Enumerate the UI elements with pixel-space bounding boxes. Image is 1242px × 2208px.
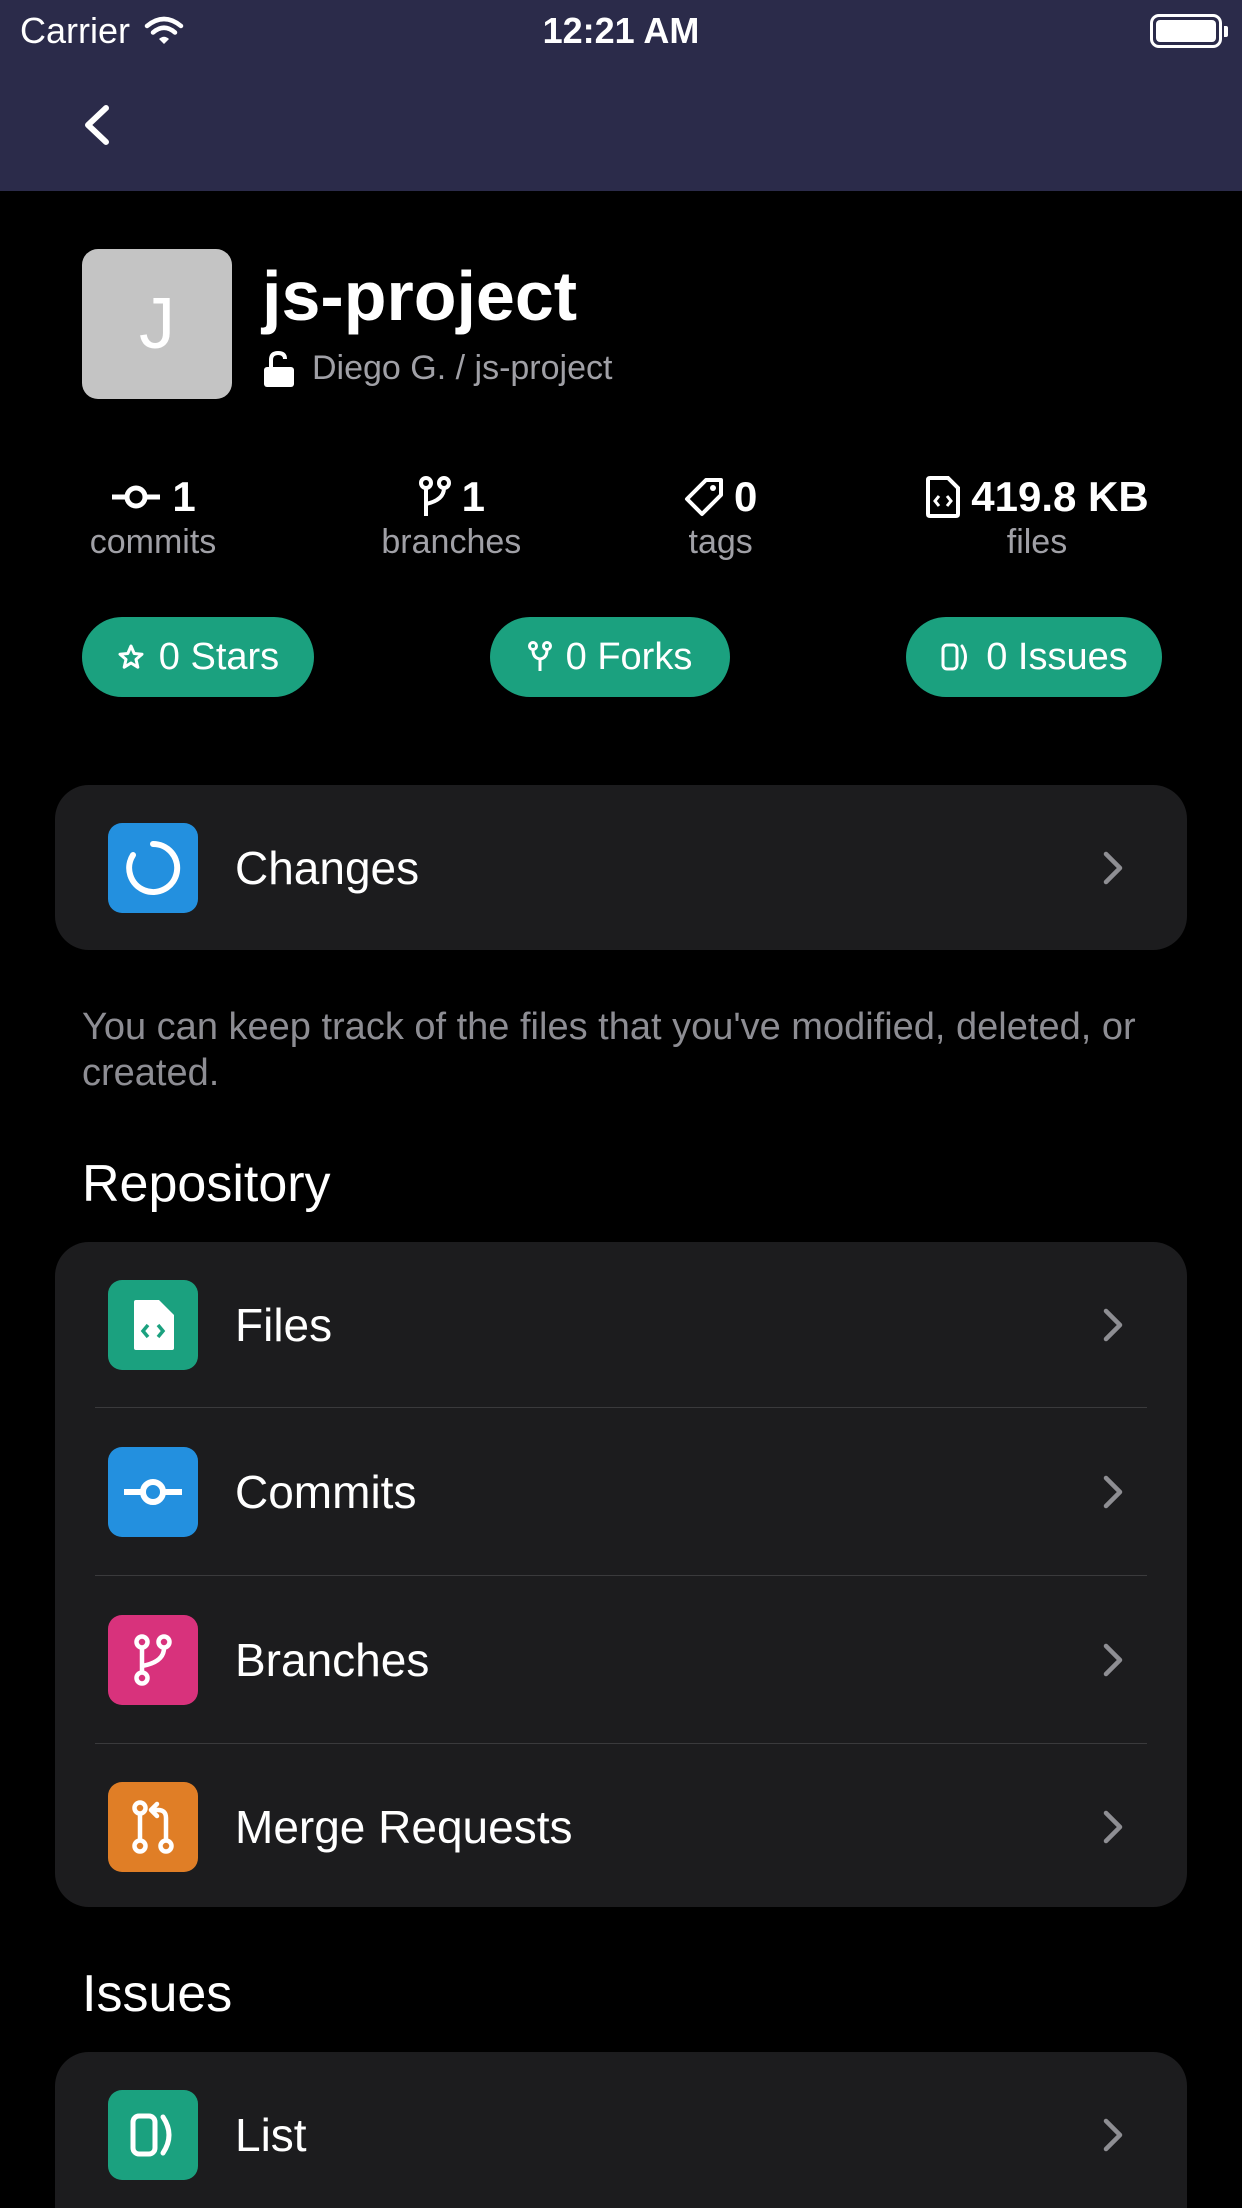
issues-label: 0 Issues bbox=[986, 635, 1128, 678]
battery-icon bbox=[1150, 14, 1228, 48]
chevron-right-icon bbox=[1103, 1810, 1123, 1843]
chevron-right-icon bbox=[1103, 1475, 1123, 1508]
status-bar: Carrier 12:21 AM bbox=[0, 0, 1242, 62]
list-item-label: Branches bbox=[235, 1633, 430, 1686]
list-item-label: Files bbox=[235, 1298, 333, 1351]
changes-card: Changes bbox=[55, 785, 1187, 950]
repo-avatar: J bbox=[82, 249, 232, 399]
issues-pill[interactable]: 0 Issues bbox=[906, 617, 1162, 697]
section-title-repository: Repository bbox=[82, 1155, 331, 1213]
repository-card: Files Commits Branches Merge Requests bbox=[55, 1242, 1187, 1907]
repo-stats: 1 commits 1 branches 0 tags 419.8 KB fil… bbox=[82, 473, 1162, 562]
issues-icon bbox=[941, 643, 968, 671]
list-item-issue-list[interactable]: List bbox=[55, 2052, 1187, 2208]
navigation-bar: Carrier 12:21 AM bbox=[0, 0, 1242, 191]
tag-icon bbox=[684, 478, 723, 516]
chevron-right-icon bbox=[1103, 2118, 1123, 2151]
forks-label: 0 Forks bbox=[565, 635, 693, 678]
changes-hint: You can keep track of the files that you… bbox=[82, 1006, 1136, 1095]
commit-icon bbox=[108, 1446, 198, 1537]
branch-icon bbox=[418, 476, 451, 516]
stat-value: 419.8 KB bbox=[971, 473, 1149, 520]
unlock-icon bbox=[264, 350, 294, 387]
issues-card: List bbox=[55, 2052, 1187, 2208]
branch-icon bbox=[108, 1614, 198, 1705]
stat-value: 0 bbox=[733, 473, 758, 520]
stat-label: branches bbox=[381, 523, 522, 561]
section-title-issues: Issues bbox=[82, 1965, 233, 2023]
list-item-commits[interactable]: Commits bbox=[55, 1408, 1187, 1575]
stars-pill[interactable]: 0 Stars bbox=[82, 617, 314, 697]
changes-icon bbox=[108, 822, 198, 913]
stat-value: 1 bbox=[172, 473, 196, 520]
list-item-branches[interactable]: Branches bbox=[55, 1576, 1187, 1743]
changes-row[interactable]: Changes bbox=[55, 785, 1187, 950]
chevron-right-icon bbox=[1103, 1308, 1123, 1341]
file-code-icon bbox=[108, 1279, 198, 1370]
list-item-label: Merge Requests bbox=[235, 1800, 573, 1853]
star-icon bbox=[118, 644, 144, 669]
list-item-label: Commits bbox=[235, 1465, 417, 1518]
chevron-right-icon bbox=[1103, 1643, 1123, 1676]
fork-icon bbox=[527, 641, 552, 671]
stat-commits[interactable]: 1 commits bbox=[82, 473, 224, 562]
repo-path: Diego G. / js-project bbox=[312, 349, 613, 387]
changes-label: Changes bbox=[235, 841, 420, 894]
stat-label: files bbox=[1006, 523, 1068, 561]
back-chevron-icon[interactable] bbox=[70, 92, 130, 158]
list-item-label: List bbox=[235, 2108, 307, 2161]
file-code-icon bbox=[926, 476, 961, 518]
stat-files[interactable]: 419.8 KB files bbox=[912, 473, 1162, 562]
repo-title: js-project bbox=[262, 257, 578, 335]
merge-request-icon bbox=[108, 1781, 198, 1872]
stat-tags[interactable]: 0 tags bbox=[679, 473, 763, 562]
stat-branches[interactable]: 1 branches bbox=[373, 473, 529, 562]
stat-label: commits bbox=[89, 523, 217, 561]
stars-label: 0 Stars bbox=[158, 635, 280, 678]
repo-path-row: Diego G. / js-project bbox=[262, 349, 612, 388]
repo-pills: 0 Stars 0 Forks 0 Issues bbox=[82, 617, 1162, 697]
issues-icon bbox=[108, 2089, 198, 2180]
list-item-files[interactable]: Files bbox=[55, 1242, 1187, 1407]
stat-label: tags bbox=[688, 523, 753, 561]
repo-header: J js-project Diego G. / js-project bbox=[82, 249, 612, 399]
status-time: 12:21 AM bbox=[542, 10, 700, 51]
commit-icon bbox=[112, 485, 161, 509]
chevron-right-icon bbox=[1103, 851, 1123, 884]
forks-pill[interactable]: 0 Forks bbox=[490, 617, 730, 697]
list-item-merge-requests[interactable]: Merge Requests bbox=[55, 1744, 1187, 1907]
stat-value: 1 bbox=[461, 473, 485, 520]
